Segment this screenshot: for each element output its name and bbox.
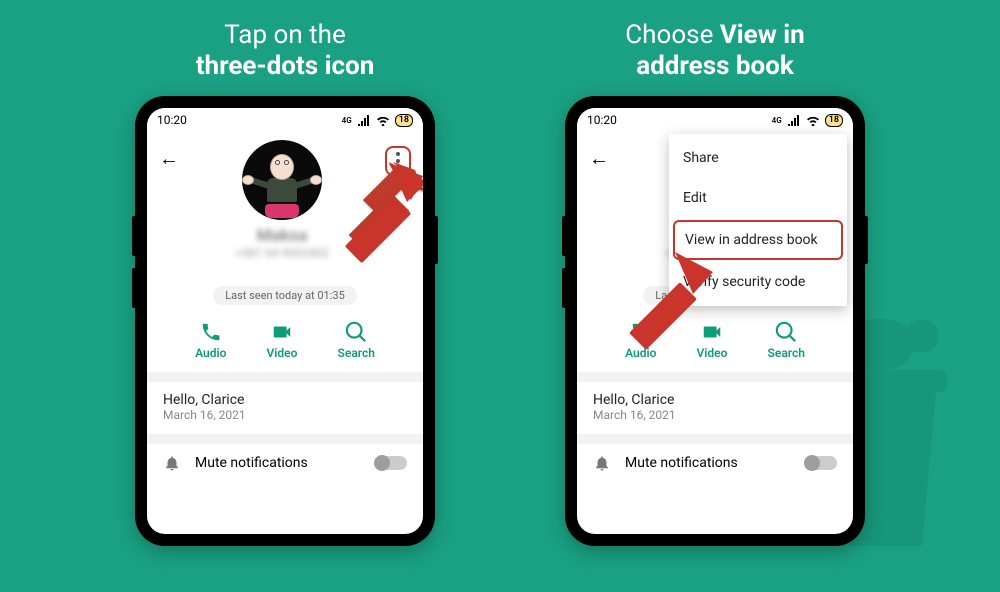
- step-panel-right: Choose View in address book 10:20 4G 18 …: [555, 20, 875, 546]
- mute-row[interactable]: Mute notifications: [163, 454, 407, 472]
- caption-left: Tap on the three-dots icon: [196, 20, 375, 82]
- last-seen-badge: Last seen today at 01:35: [213, 286, 357, 305]
- mute-toggle[interactable]: [375, 456, 407, 470]
- video-call-button[interactable]: Video: [697, 321, 728, 360]
- about-date: March 16, 2021: [593, 408, 837, 422]
- battery-icon: 18: [395, 114, 413, 127]
- search-button[interactable]: Search: [338, 321, 375, 360]
- phone-mockup-right: 10:20 4G 18 ←: [565, 96, 865, 546]
- search-button[interactable]: Search: [768, 321, 805, 360]
- phone-icon: [200, 321, 222, 343]
- action-row: Audio Video Search: [577, 315, 853, 382]
- signal-icon: [357, 115, 371, 126]
- wifi-icon: [376, 115, 390, 126]
- status-bar: 10:20 4G 18: [577, 108, 853, 132]
- network-4g-icon: 4G: [342, 116, 352, 125]
- three-dots-button[interactable]: [385, 146, 411, 176]
- about-section: Hello, Clarice March 16, 2021: [147, 382, 423, 444]
- about-text: Hello, Clarice: [593, 392, 837, 408]
- back-button[interactable]: ←: [589, 146, 609, 171]
- step-panel-left: Tap on the three-dots icon 10:20 4G 18 ←: [125, 20, 445, 546]
- menu-item-edit[interactable]: Edit: [669, 178, 847, 218]
- status-time: 10:20: [157, 113, 187, 127]
- status-time: 10:20: [587, 113, 617, 127]
- search-icon: [775, 321, 797, 343]
- signal-icon: [787, 115, 801, 126]
- menu-item-verify-security[interactable]: Verify security code: [669, 262, 847, 302]
- contact-name: Maksa: [257, 226, 308, 246]
- menu-item-share[interactable]: Share: [669, 138, 847, 178]
- action-row: Audio Video Search: [147, 315, 423, 382]
- mute-row[interactable]: Mute notifications: [593, 454, 837, 472]
- search-icon: [345, 321, 367, 343]
- wifi-icon: [806, 115, 820, 126]
- video-call-button[interactable]: Video: [267, 321, 298, 360]
- video-icon: [271, 321, 293, 343]
- overflow-menu: Share Edit View in address book Verify s…: [669, 134, 847, 306]
- phone-mockup-left: 10:20 4G 18 ←: [135, 96, 435, 546]
- bell-icon: [163, 454, 181, 472]
- about-section: Hello, Clarice March 16, 2021: [577, 382, 853, 444]
- network-4g-icon: 4G: [772, 116, 782, 125]
- about-date: March 16, 2021: [163, 408, 407, 422]
- audio-call-button[interactable]: Audio: [195, 321, 226, 360]
- bell-icon: [593, 454, 611, 472]
- contact-phone: +381 64 9052402: [235, 246, 329, 260]
- mute-toggle[interactable]: [805, 456, 837, 470]
- menu-item-view-address-book[interactable]: View in address book: [673, 220, 843, 260]
- battery-icon: 18: [825, 114, 843, 127]
- about-text: Hello, Clarice: [163, 392, 407, 408]
- caption-right: Choose View in address book: [625, 20, 804, 82]
- avatar[interactable]: [242, 140, 322, 220]
- phone-icon: [630, 321, 652, 343]
- back-button[interactable]: ←: [159, 146, 179, 171]
- status-bar: 10:20 4G 18: [147, 108, 423, 132]
- audio-call-button[interactable]: Audio: [625, 321, 656, 360]
- video-icon: [701, 321, 723, 343]
